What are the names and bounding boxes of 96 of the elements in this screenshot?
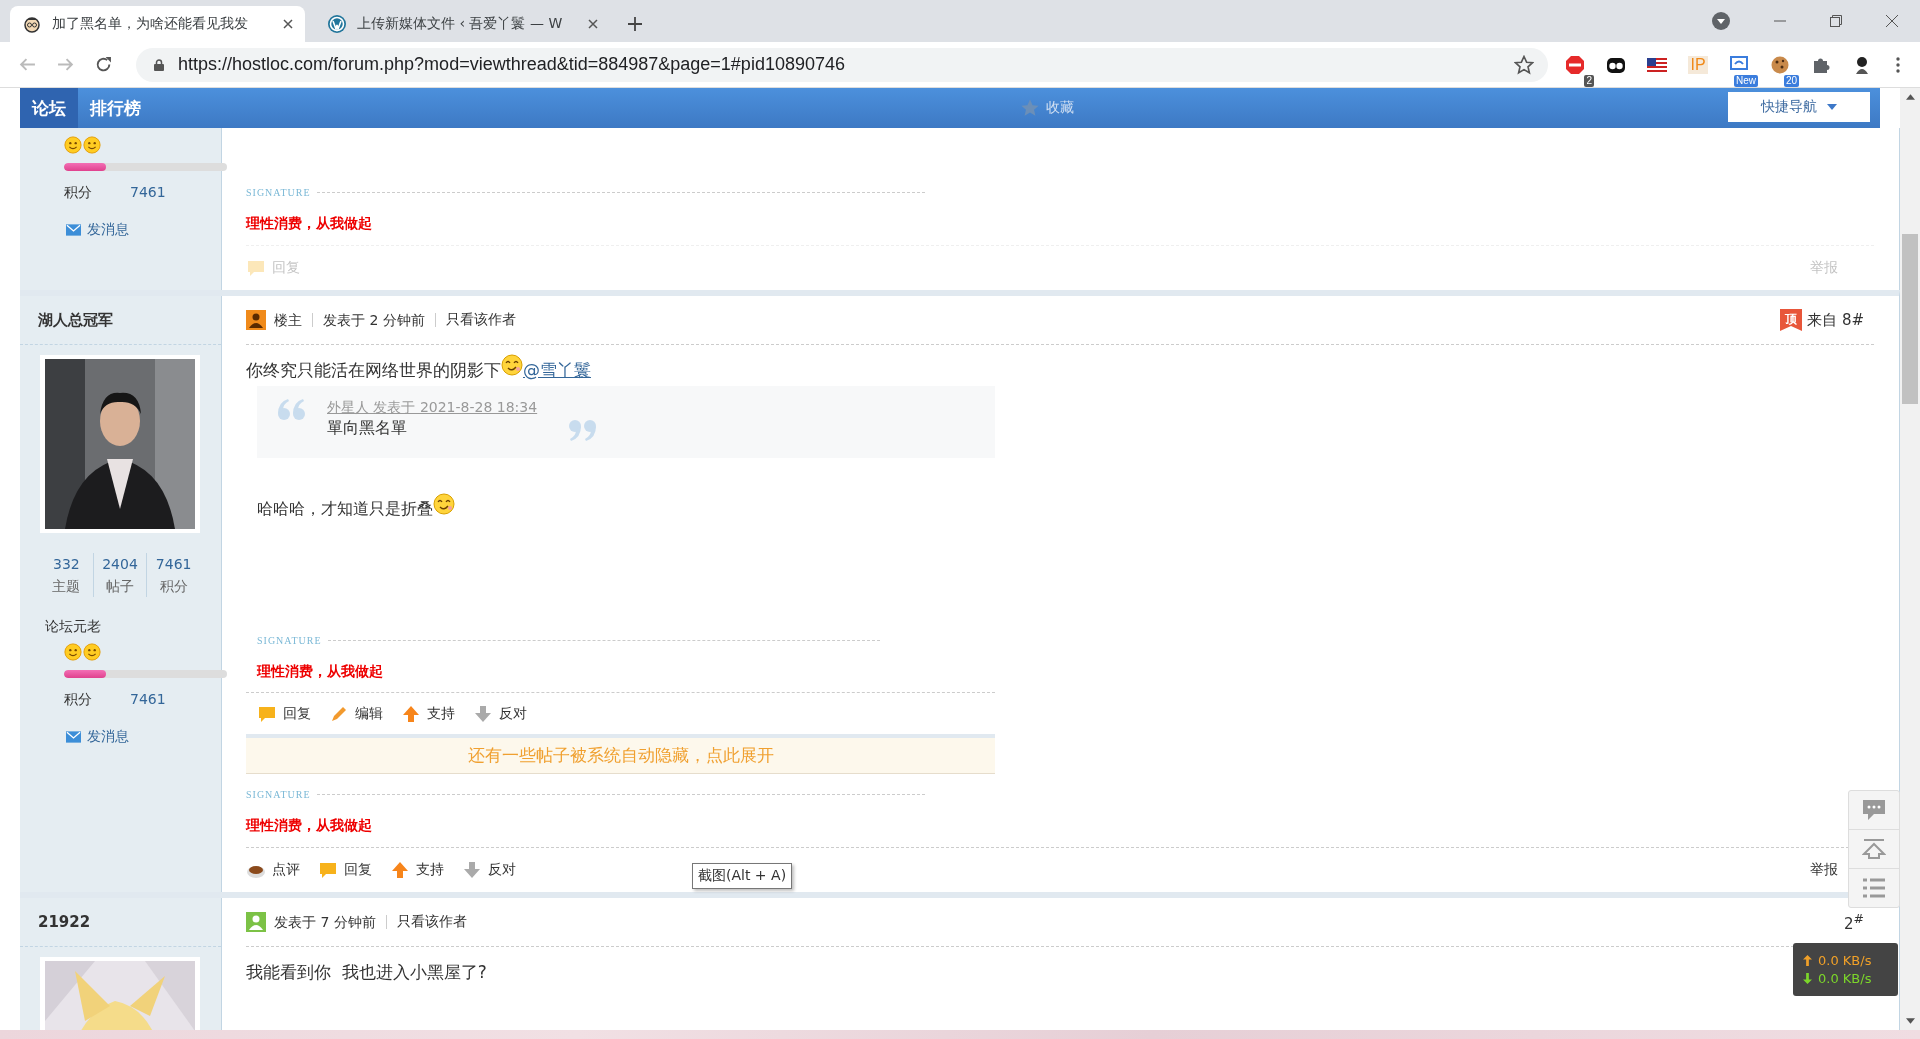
stop-sign-icon[interactable] xyxy=(1565,54,1585,75)
maximize-icon[interactable] xyxy=(1830,15,1842,27)
floor-number[interactable]: 来自 8# xyxy=(1807,310,1864,330)
score-value[interactable]: 7461 xyxy=(130,690,166,708)
cookie-icon[interactable] xyxy=(1770,54,1790,75)
smiley-icon xyxy=(64,643,82,661)
author-name[interactable]: 21922 xyxy=(20,898,221,947)
send-message-link[interactable]: 发消息 xyxy=(87,728,129,746)
new-tab-icon[interactable] xyxy=(628,17,642,31)
post-text: 你终究只能活在网络世界的阴影下 xyxy=(246,358,501,382)
signature-text: 理性消费，从我做起 xyxy=(246,816,373,835)
scrollbar[interactable] xyxy=(1900,88,1920,1030)
post-time: 发表于 7 分钟前 xyxy=(274,915,387,929)
bookmark-star-icon[interactable] xyxy=(1514,54,1534,75)
close-icon[interactable] xyxy=(283,19,293,29)
mention-link[interactable]: @雪丫鬟 xyxy=(523,358,591,382)
speech-bubble-icon xyxy=(318,860,338,880)
author-name[interactable]: 湖人总冠军 xyxy=(20,296,221,345)
down-arrow-icon xyxy=(473,703,493,724)
owner-badge-icon xyxy=(246,310,266,330)
extension-badge: 20 xyxy=(1783,74,1799,87)
back-to-top-icon[interactable] xyxy=(1862,838,1886,860)
signature-label: SIGNATURE xyxy=(246,788,311,800)
post-action[interactable]: 支持 xyxy=(390,860,444,880)
envelope-icon[interactable] xyxy=(66,224,81,236)
scroll-down-icon[interactable] xyxy=(1905,1018,1915,1024)
stat-value[interactable]: 332 xyxy=(52,553,80,575)
extension-badge: 2 xyxy=(1584,74,1594,87)
browser-tab[interactable]: 加了黑名单，为啥还能看见我发 xyxy=(10,6,305,42)
signature-text: 理性消费，从我做起 xyxy=(246,214,373,233)
author-only-link[interactable]: 只看该作者 xyxy=(396,913,477,931)
reload-icon[interactable] xyxy=(95,56,112,73)
report-link[interactable]: 举报 xyxy=(1810,861,1838,879)
caret-icon xyxy=(1827,104,1837,110)
extension-badge: New xyxy=(1734,74,1758,87)
signature-label: SIGNATURE xyxy=(246,186,311,198)
tab-title: 上传新媒体文件 ‹ 吾爱丫鬟 — W xyxy=(357,15,564,33)
close-icon[interactable] xyxy=(588,19,598,29)
chat-bubble-icon[interactable] xyxy=(1862,799,1886,821)
star-icon[interactable] xyxy=(1020,98,1040,118)
post-action[interactable]: 支持 xyxy=(401,703,455,724)
post-text: 哈哈哈，才知道只是折叠 xyxy=(257,498,433,520)
signature-label: SIGNATURE xyxy=(257,634,322,646)
up-arrow-icon xyxy=(390,860,410,880)
speech-bubble-icon xyxy=(246,258,266,278)
stat-value[interactable]: 2404 xyxy=(102,553,138,575)
stat-label: 积分 xyxy=(159,577,188,596)
lock-icon xyxy=(154,58,164,71)
score-value[interactable]: 7461 xyxy=(130,183,166,201)
ribbon-badge: 顶 xyxy=(1780,309,1803,331)
stat-label: 主题 xyxy=(52,577,81,596)
post-action[interactable]: 反对 xyxy=(473,703,527,724)
post-action[interactable]: 点评 xyxy=(246,860,300,880)
send-message-link[interactable]: 发消息 xyxy=(87,221,129,239)
cartoon-face-icon xyxy=(22,14,42,34)
nav-item[interactable]: 论坛 xyxy=(20,88,78,128)
address-bar[interactable]: https://hostloc.com/forum.php?mod=viewthread&tid=884987&page=1#pid10890746 xyxy=(136,47,1548,82)
post-action[interactable]: 编辑 xyxy=(329,703,383,724)
scrollbar-thumb[interactable] xyxy=(1902,234,1918,404)
post-action[interactable]: 回复 xyxy=(318,860,372,880)
stat-value[interactable]: 7461 xyxy=(155,553,192,575)
down-arrow-icon xyxy=(1803,973,1812,984)
smiley-icon xyxy=(83,136,101,154)
up-arrow-icon xyxy=(1803,955,1812,966)
post-time: 发表于 2 分钟前 xyxy=(323,313,436,327)
author-only-link[interactable]: 只看该作者 xyxy=(445,311,526,329)
user-icon xyxy=(246,912,266,932)
post-action[interactable]: 反对 xyxy=(462,860,516,880)
upload-speed: 0.0 KB/s xyxy=(1818,953,1872,968)
owner-label: 楼主 xyxy=(274,313,313,327)
tooltip: 截图(Alt + A) xyxy=(692,863,793,889)
download-speed: 0.0 KB/s xyxy=(1818,971,1872,986)
floor-number[interactable]: 2$^{#}$ xyxy=(1843,911,1864,933)
down-arrow-icon xyxy=(462,860,482,880)
menu-icon[interactable] xyxy=(1896,56,1900,73)
quick-nav-button[interactable]: 快捷导航 xyxy=(1728,92,1870,122)
post-action[interactable]: 回复 xyxy=(257,703,311,724)
list-icon[interactable] xyxy=(1862,877,1886,899)
stat-label: 帖子 xyxy=(106,577,134,596)
envelope-icon[interactable] xyxy=(66,731,81,743)
close-icon[interactable] xyxy=(1886,15,1898,27)
score-label: 积分 xyxy=(64,183,92,201)
dropdown-icon[interactable] xyxy=(1712,12,1730,30)
quote-text: 單向黑名單 xyxy=(327,417,408,439)
post-text: 我能看到你 我也进入小黑屋了? xyxy=(246,960,487,984)
tab-title: 加了黑名单，为啥还能看见我发 xyxy=(52,15,249,33)
smiley-icon xyxy=(64,136,82,154)
browser-tab[interactable]: 上传新媒体文件 ‹ 吾爱丫鬟 — W xyxy=(315,6,610,42)
score-label: 积分 xyxy=(64,690,92,708)
quote-mark-icon xyxy=(277,398,307,422)
smiley-icon xyxy=(83,643,101,661)
nav-item[interactable]: 排行榜 xyxy=(78,88,153,128)
signature-text: 理性消费，从我做起 xyxy=(257,662,384,681)
user-rank: 论坛元老 xyxy=(45,617,102,635)
quote-mark-icon xyxy=(567,418,598,442)
scroll-up-icon[interactable] xyxy=(1905,94,1915,100)
